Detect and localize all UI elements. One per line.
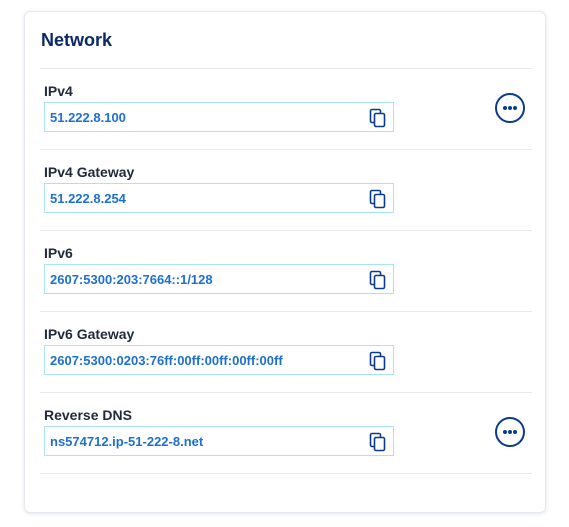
ipv4-more-options-button[interactable] <box>495 93 525 123</box>
divider <box>40 473 532 474</box>
copy-icon <box>369 108 386 128</box>
copy-ipv6-gateway-button[interactable] <box>369 351 387 371</box>
network-card: Network IPv4 51.222.8.100 IPv4 Gateway 5… <box>24 11 546 513</box>
reverse-dns-value: ns574712.ip-51-222-8.net <box>50 434 204 449</box>
card-title: Network <box>41 30 113 50</box>
ipv6-value: 2607:5300:203:7664::1/128 <box>50 272 213 287</box>
ipv4-field[interactable]: 51.222.8.100 <box>44 102 394 132</box>
copy-icon <box>369 432 386 452</box>
copy-icon <box>369 189 386 209</box>
ipv4-label: IPv4 <box>44 83 73 99</box>
ipv4-gateway-field[interactable]: 51.222.8.254 <box>44 183 394 213</box>
copy-icon <box>369 270 386 290</box>
ipv4-value: 51.222.8.100 <box>50 110 126 125</box>
row-ipv6-gateway: IPv6 Gateway 2607:5300:0203:76ff:00ff:00… <box>40 312 532 392</box>
ipv4-gateway-value: 51.222.8.254 <box>50 191 126 206</box>
ipv6-gateway-value: 2607:5300:0203:76ff:00ff:00ff:00ff:00ff <box>50 353 283 368</box>
ipv6-gateway-label: IPv6 Gateway <box>44 326 135 342</box>
ipv6-field[interactable]: 2607:5300:203:7664::1/128 <box>44 264 394 294</box>
reverse-dns-label: Reverse DNS <box>44 407 132 423</box>
more-options-icon <box>503 430 517 434</box>
row-ipv6: IPv6 2607:5300:203:7664::1/128 <box>40 231 532 311</box>
reverse-dns-more-options-button[interactable] <box>495 417 525 447</box>
more-options-icon <box>503 106 517 110</box>
reverse-dns-field[interactable]: ns574712.ip-51-222-8.net <box>44 426 394 456</box>
ipv4-gateway-label: IPv4 Gateway <box>44 164 135 180</box>
copy-reverse-dns-button[interactable] <box>369 432 387 452</box>
copy-icon <box>369 351 386 371</box>
row-ipv4: IPv4 51.222.8.100 <box>40 69 532 149</box>
copy-ipv6-button[interactable] <box>369 270 387 290</box>
ipv6-gateway-field[interactable]: 2607:5300:0203:76ff:00ff:00ff:00ff:00ff <box>44 345 394 375</box>
copy-ipv4-button[interactable] <box>369 108 387 128</box>
row-reverse-dns: Reverse DNS ns574712.ip-51-222-8.net <box>40 393 532 473</box>
ipv6-label: IPv6 <box>44 245 73 261</box>
copy-ipv4-gateway-button[interactable] <box>369 189 387 209</box>
row-ipv4-gateway: IPv4 Gateway 51.222.8.254 <box>40 150 532 230</box>
